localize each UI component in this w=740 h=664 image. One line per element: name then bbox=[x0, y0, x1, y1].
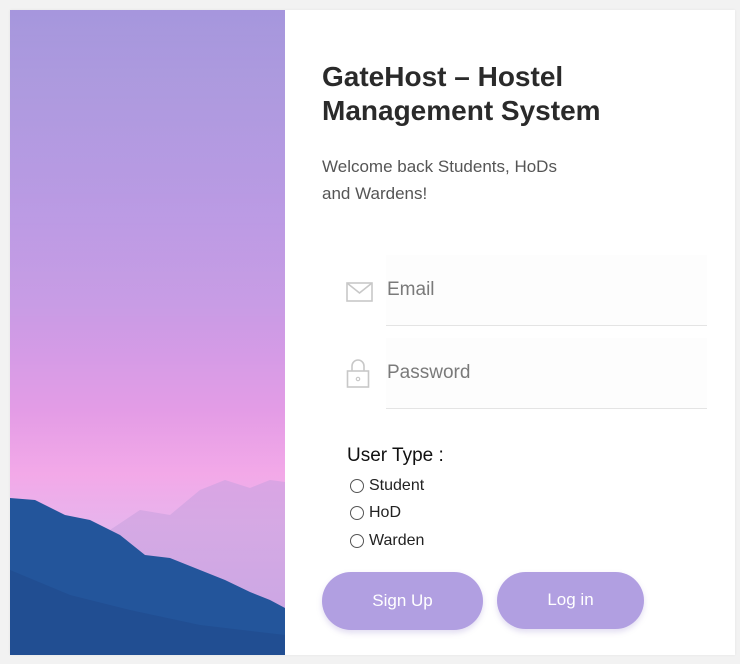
user-type-group: User Type : Student HoD Warden bbox=[347, 444, 444, 555]
login-card: GateHost – Hostel Management System Welc… bbox=[10, 10, 735, 655]
password-row bbox=[332, 338, 707, 410]
login-panel: GateHost – Hostel Management System Welc… bbox=[322, 10, 712, 655]
email-field[interactable] bbox=[386, 255, 707, 326]
radio-hod[interactable] bbox=[350, 506, 364, 521]
radio-label-hod: HoD bbox=[369, 504, 402, 522]
signup-button[interactable]: Sign Up bbox=[322, 572, 483, 630]
page-title: GateHost – Hostel Management System bbox=[322, 61, 601, 126]
user-type-label: User Type : bbox=[347, 445, 444, 466]
hero-image bbox=[10, 10, 285, 655]
radio-warden[interactable] bbox=[350, 533, 364, 548]
login-button[interactable]: Log in bbox=[497, 572, 644, 629]
radio-student[interactable] bbox=[350, 478, 364, 493]
radio-label-warden: Warden bbox=[369, 531, 425, 549]
mountain-landscape bbox=[10, 10, 285, 655]
lock-icon bbox=[332, 338, 386, 410]
user-type-option-student[interactable]: Student bbox=[347, 472, 444, 500]
envelope-icon bbox=[332, 255, 386, 327]
radio-label-student: Student bbox=[369, 476, 425, 494]
user-type-option-hod[interactable]: HoD bbox=[347, 500, 444, 528]
user-type-option-warden[interactable]: Warden bbox=[347, 527, 444, 555]
welcome-text: Welcome back Students, HoDs and Wardens! bbox=[322, 157, 557, 203]
email-row bbox=[332, 255, 707, 327]
password-field[interactable] bbox=[386, 338, 707, 409]
